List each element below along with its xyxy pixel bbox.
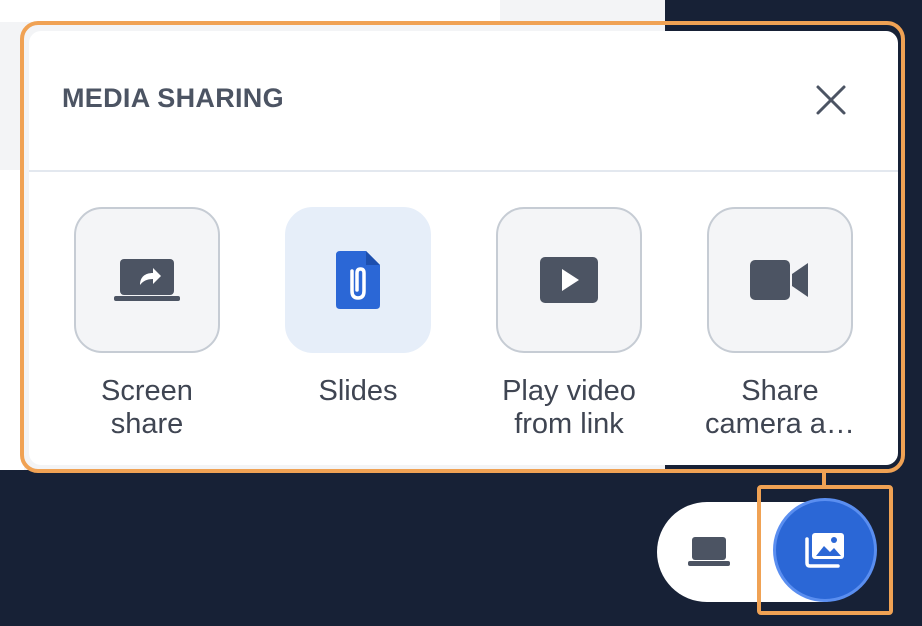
panel-header: MEDIA SHARING — [29, 31, 898, 172]
video-camera-icon — [750, 260, 808, 300]
slides-file-icon — [336, 251, 380, 309]
laptop-icon — [688, 537, 730, 566]
highlight-connector — [822, 473, 826, 485]
screen-share-icon — [114, 259, 180, 301]
media-gallery-icon — [805, 533, 844, 568]
screen-share-label: Screen share — [101, 375, 193, 440]
media-sharing-button[interactable] — [773, 498, 877, 602]
slides-tile[interactable] — [285, 207, 431, 353]
background-top-strip — [0, 0, 500, 22]
play-video-icon — [540, 257, 598, 303]
close-icon — [816, 85, 846, 115]
media-sharing-panel: MEDIA SHARING Screen share Slides Play v… — [29, 31, 898, 465]
panel-title: MEDIA SHARING — [62, 83, 284, 113]
screen-share-tile[interactable] — [74, 207, 220, 353]
play-video-label: Play video from link — [502, 375, 636, 440]
device-button[interactable] — [684, 527, 734, 577]
close-button[interactable] — [813, 82, 849, 118]
share-camera-label: Share camera a… — [705, 375, 855, 440]
share-camera-tile[interactable] — [707, 207, 853, 353]
play-video-tile[interactable] — [496, 207, 642, 353]
slides-label: Slides — [318, 375, 398, 407]
media-options: Screen share Slides Play video from link… — [29, 205, 898, 445]
